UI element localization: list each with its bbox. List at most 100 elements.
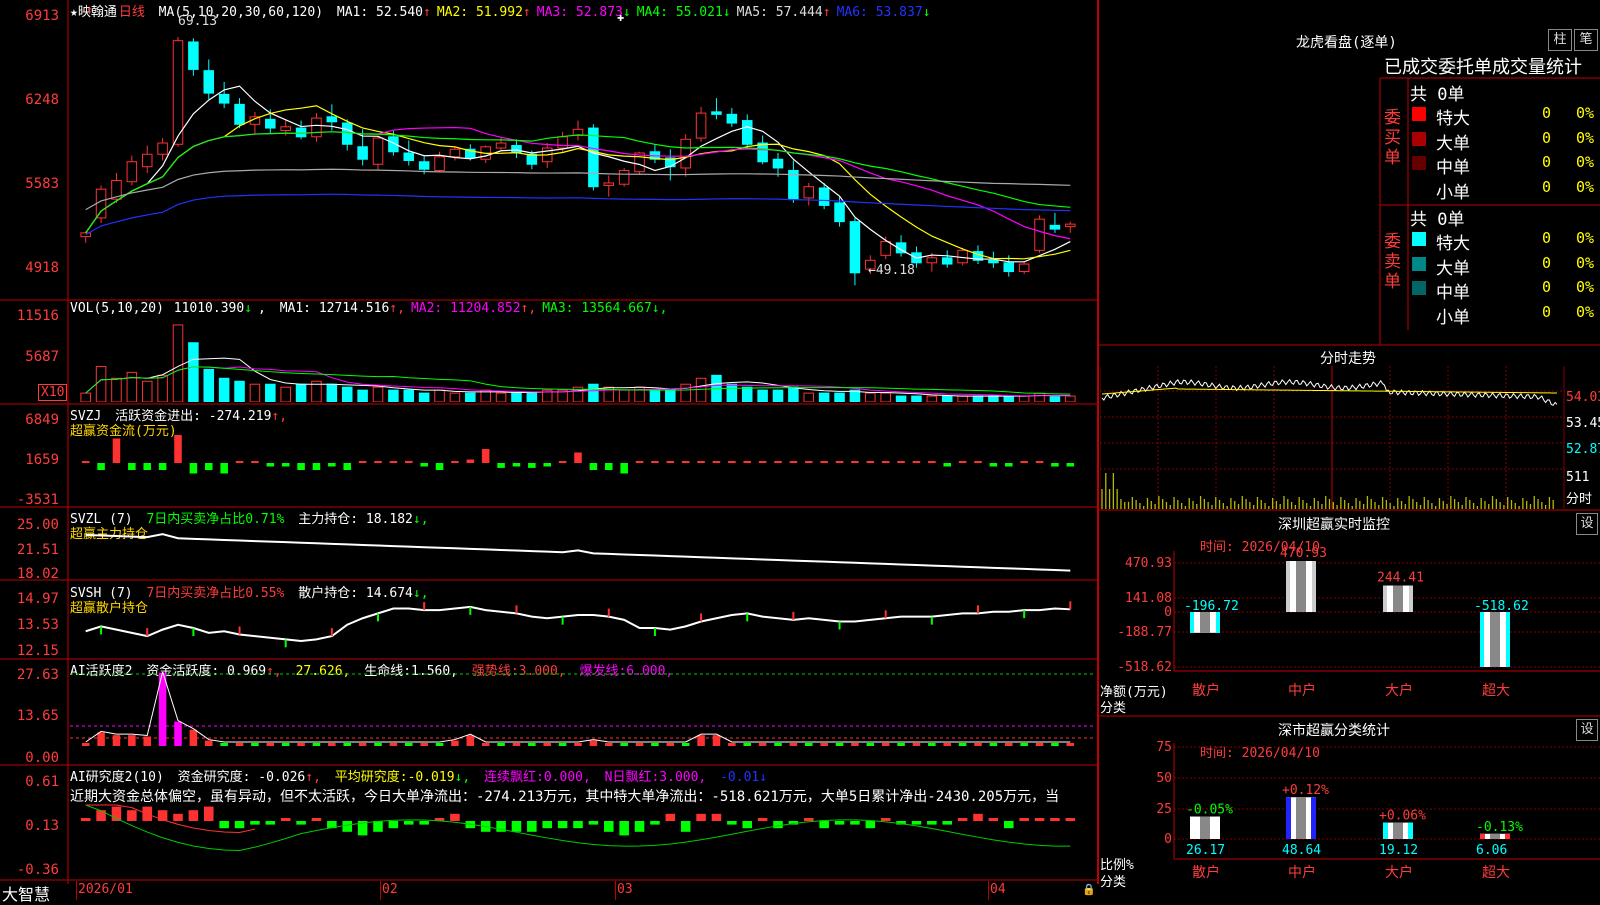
activity-bar [866, 743, 875, 746]
capital-flow-bar [666, 461, 675, 463]
capital-flow-bar [743, 460, 751, 463]
bar-shade [1296, 561, 1306, 612]
research-bar [342, 821, 352, 832]
color-swatch [1412, 232, 1426, 246]
volume-bar [111, 377, 122, 402]
vol-ma-arrow: ↑, [389, 301, 405, 316]
bar-shade [1393, 822, 1403, 839]
x-tick: 03 [617, 882, 633, 897]
monitor-y-tick: 141.08 [1125, 591, 1172, 606]
classify-bar [1190, 816, 1220, 839]
research-bar [942, 821, 952, 825]
bar-edge [1383, 822, 1388, 839]
lock-icon[interactable]: 🔒 [1082, 883, 1096, 896]
svsh-chart[interactable] [70, 598, 1096, 656]
low-price-label: ←49.18 [868, 263, 915, 278]
volume-bar [757, 389, 768, 402]
research-bar [527, 821, 537, 832]
y-tick: 13.53 [16, 617, 59, 633]
order-count: 0 [1542, 177, 1552, 196]
capital-flow-bar [1005, 463, 1013, 467]
category-label: 大户 [1385, 682, 1413, 699]
capital-flow-bar [389, 461, 398, 463]
y-tick: 11516 [16, 308, 59, 324]
y-tick: 0.00 [25, 750, 59, 766]
bar-edge [1190, 816, 1195, 839]
bar-view-button[interactable]: 柱 [1548, 29, 1572, 51]
capital-flow-bar [128, 463, 136, 470]
classify-bar-chart[interactable]: 75 50 25 0 -0.05% 26.17 散户 +0.12% 48.64 中户 +0.06% 1… [1100, 717, 1600, 900]
research-bar [880, 818, 891, 821]
svzl-chart[interactable] [70, 530, 1096, 578]
order-pct: 0% [1576, 104, 1595, 122]
capital-flow-bar [681, 461, 690, 463]
svzj-chart[interactable] [70, 435, 1096, 505]
activity-bar [805, 743, 813, 746]
research-bar [588, 821, 599, 825]
tick-view-button[interactable]: 笔 [1574, 29, 1598, 51]
monitor-bar-chart[interactable]: 470.93 141.080 -188.77 -518.62 -196.72 散户 470.… [1100, 511, 1600, 716]
candle-body [126, 161, 138, 183]
fenshi-y-tick: 54.03 [1566, 390, 1600, 405]
bar-value-label: -518.62 [1474, 599, 1529, 614]
monitor-y-tick: 0 [1164, 605, 1172, 620]
ai2-a-val: -0.026 [258, 770, 306, 785]
research-bar [988, 818, 999, 821]
color-swatch [1412, 256, 1426, 271]
order-pct: 0% [1576, 177, 1595, 196]
intraday-chart[interactable] [1100, 366, 1565, 509]
volume-chart[interactable] [70, 316, 1096, 402]
order-row: 大单 0 0% [1410, 129, 1600, 154]
order-type: 小单 [1436, 307, 1470, 328]
volume-bar [372, 386, 384, 402]
volume-bar [265, 383, 276, 402]
candle-body [741, 120, 753, 145]
y-tick: 5687 [25, 349, 59, 365]
activity-bar [451, 740, 459, 746]
capital-flow-bar [451, 461, 459, 463]
activity-bar [789, 743, 798, 746]
volume-bar [788, 386, 799, 402]
capital-flow-bar [328, 463, 336, 467]
order-row: 中单 0 0% [1410, 153, 1600, 178]
fenshi-unit: 分时 [1566, 492, 1593, 507]
monitor-y-tick: -188.77 [1117, 625, 1172, 640]
order-type: 大单 [1436, 133, 1470, 154]
candlestick-chart[interactable] [70, 18, 1096, 298]
order-row: 特大 0 0% [1410, 229, 1600, 254]
ai2-c-label: 连续飘红: [484, 770, 544, 785]
ai2-label: AI研究度2(10) [70, 770, 164, 785]
bar-edge [1506, 612, 1510, 667]
ai1-chart[interactable] [70, 672, 1096, 764]
activity-bar [220, 743, 228, 746]
research-bar [819, 821, 829, 829]
order-type: 小单 [1436, 182, 1470, 203]
candle-body [726, 113, 738, 124]
order-count: 0 [1542, 229, 1552, 247]
candle [803, 182, 815, 206]
bar-value-label: 470.93 [1280, 546, 1327, 561]
activity-bar [343, 743, 351, 746]
candle-body [188, 41, 199, 70]
capital-flow-bar [343, 463, 351, 470]
volume-bar [418, 392, 430, 402]
candle [234, 98, 245, 129]
vol-ma-item: MA1: 12714.516↑, [280, 301, 405, 316]
candle-body [618, 169, 630, 185]
classify-bar [1286, 797, 1316, 839]
activity-bar [358, 743, 367, 746]
monitor-bar [1190, 612, 1220, 633]
classify-y-tick: 25 [1156, 802, 1172, 817]
brand-logo: 大智慧 [2, 885, 51, 904]
candle [849, 217, 861, 286]
ai2-chart[interactable] [70, 803, 1096, 879]
research-bar [634, 821, 645, 832]
activity-bar [405, 743, 413, 746]
capital-flow-bar [174, 435, 182, 463]
research-bar [188, 810, 199, 821]
bar-value-label: 244.41 [1377, 571, 1424, 586]
volume-bar [341, 386, 353, 402]
volume-bar [803, 392, 815, 402]
color-swatch [1412, 107, 1426, 121]
activity-bar [328, 743, 336, 746]
